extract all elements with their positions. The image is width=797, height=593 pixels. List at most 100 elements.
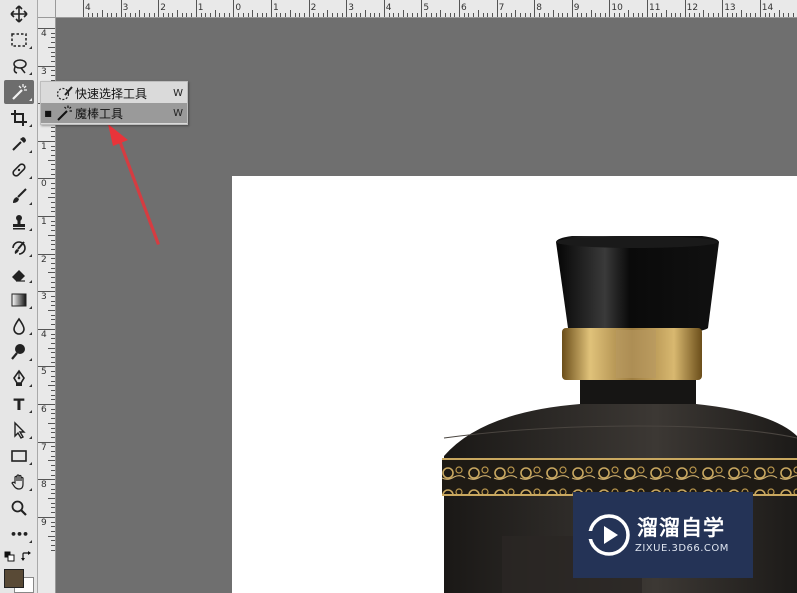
blur-tool[interactable]	[4, 314, 34, 338]
ruler-label: 4	[41, 29, 47, 39]
flyout-item-quick-selection[interactable]: 快速选择工具 W	[41, 83, 187, 103]
type-tool[interactable]: T	[4, 392, 34, 416]
ruler-minor-tick	[769, 13, 771, 17]
history-brush-tool[interactable]	[4, 236, 34, 260]
ruler-minor-tick	[440, 10, 442, 17]
default-colors-icon[interactable]	[4, 551, 16, 563]
ruler-minor-tick	[590, 10, 592, 17]
ruler-minor-tick	[581, 13, 583, 17]
stamp-tool[interactable]	[4, 210, 34, 234]
foreground-color-swatch[interactable]	[4, 569, 24, 588]
ruler-minor-tick	[219, 13, 221, 17]
pen-tool[interactable]	[4, 366, 34, 390]
ruler-minor-tick	[51, 455, 55, 457]
ruler-minor-tick	[341, 13, 343, 17]
ruler-minor-tick	[51, 389, 55, 391]
ruler-minor-tick	[51, 154, 55, 156]
ruler-minor-tick	[92, 13, 94, 17]
ruler-minor-tick	[491, 13, 493, 17]
ruler-minor-tick	[661, 13, 663, 17]
ruler-minor-tick	[224, 13, 225, 17]
ruler-major-tick	[195, 0, 197, 17]
dodge-icon	[11, 344, 25, 360]
magic-wand-tool[interactable]	[4, 80, 34, 104]
ruler-minor-tick	[51, 42, 55, 44]
ruler-major-tick	[346, 0, 348, 17]
ruler-minor-tick	[520, 13, 522, 17]
ruler-minor-tick	[604, 13, 606, 17]
ruler-minor-tick	[280, 13, 282, 17]
ruler-minor-tick	[689, 13, 691, 17]
ruler-minor-tick	[167, 13, 169, 17]
ruler-major-tick	[759, 0, 761, 17]
horizontal-ruler[interactable]: 4 3 2 1 0 1 2 3 4 5 6 7 8 9 10 11 12 13 14	[38, 0, 797, 18]
ruler-minor-tick	[191, 13, 193, 17]
ruler-minor-tick	[51, 145, 55, 147]
ruler-label: 11	[649, 3, 661, 13]
ruler-minor-tick	[130, 13, 131, 17]
ruler-minor-tick	[261, 13, 263, 17]
brush-tool[interactable]	[4, 184, 34, 208]
ruler-minor-tick	[51, 267, 55, 269]
ruler-minor-tick	[487, 13, 489, 17]
ruler-minor-tick	[111, 13, 113, 17]
marquee-tool[interactable]	[4, 28, 34, 52]
ruler-minor-tick	[679, 13, 681, 17]
ruler-minor-tick	[336, 13, 338, 17]
hand-tool[interactable]	[4, 470, 34, 494]
move-tool[interactable]	[4, 2, 34, 26]
ruler-major-tick	[383, 0, 385, 17]
lasso-tool[interactable]	[4, 54, 34, 78]
path-selection-tool[interactable]	[4, 418, 34, 442]
ruler-label: 9	[573, 3, 580, 13]
selection-tools-flyout: 快速选择工具 W ■ 魔棒工具 W	[40, 81, 188, 125]
ruler-origin[interactable]	[38, 0, 56, 18]
type-icon: T	[13, 394, 25, 414]
flyout-item-magic-wand[interactable]: ■ 魔棒工具 W	[41, 103, 187, 123]
rect-marquee-icon	[11, 33, 27, 47]
ruler-minor-tick	[585, 13, 587, 17]
ruler-minor-tick	[101, 10, 103, 17]
ruler-minor-tick	[87, 13, 89, 17]
ruler-minor-tick	[51, 418, 55, 420]
ruler-minor-tick	[313, 13, 315, 17]
ruler-minor-tick	[773, 13, 775, 17]
eraser-tool[interactable]	[4, 262, 34, 286]
dodge-tool[interactable]	[4, 340, 34, 364]
ruler-minor-tick	[595, 13, 597, 17]
ruler-label: 12	[686, 3, 699, 13]
ruler-minor-tick	[48, 197, 55, 199]
ruler-minor-tick	[379, 13, 381, 17]
gradient-tool[interactable]	[4, 288, 34, 312]
shape-tool[interactable]	[4, 444, 34, 468]
ruler-minor-tick	[48, 46, 55, 48]
ruler-minor-tick	[51, 507, 55, 509]
ruler-minor-tick	[482, 13, 484, 17]
ruler-label: 6	[41, 405, 47, 415]
ruler-minor-tick	[567, 13, 569, 17]
ruler-minor-tick	[48, 159, 55, 161]
ruler-minor-tick	[51, 502, 55, 504]
ruler-label: 14	[761, 3, 774, 13]
ruler-major-tick	[459, 0, 460, 17]
ruler-major-tick	[233, 0, 235, 17]
ruler-label: 3	[41, 292, 47, 303]
swap-colors-icon[interactable]	[21, 551, 33, 563]
more-tools[interactable]: •••	[4, 522, 34, 546]
move-icon	[10, 5, 28, 23]
flyout-item-shortcut: W	[173, 87, 183, 99]
magic-wand-icon	[55, 105, 75, 121]
ruler-minor-tick	[148, 13, 150, 17]
ruler-minor-tick	[463, 13, 465, 17]
watermark-badge: 溜溜自学 ZIXUE.3D66.COM	[573, 492, 753, 578]
ruler-minor-tick	[553, 10, 554, 17]
ruler-minor-tick	[501, 13, 503, 17]
crop-tool[interactable]	[4, 106, 34, 130]
selected-bullet: ■	[44, 108, 52, 118]
zoom-tool[interactable]	[4, 496, 34, 520]
healing-brush-tool[interactable]	[4, 158, 34, 182]
ruler-minor-tick	[51, 338, 55, 340]
ruler-minor-tick	[397, 13, 399, 17]
eyedropper-tool[interactable]	[4, 132, 34, 156]
ruler-minor-tick	[275, 13, 277, 17]
